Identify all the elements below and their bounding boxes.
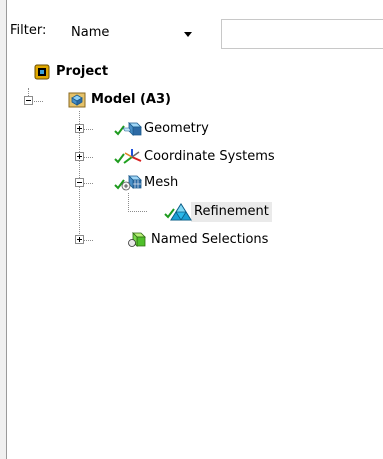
outline-panel: Filter: Name Project Model (A3) Geometry… [6, 0, 383, 459]
tree-node-label: Project [56, 64, 109, 79]
tree-node-coordinate-systems[interactable]: Coordinate Systems [114, 147, 278, 167]
collapse-toggle-model[interactable] [24, 96, 33, 105]
named-selections-icon [128, 232, 146, 247]
tree-node-named-selections[interactable]: Named Selections [114, 230, 271, 250]
tree-connector [128, 211, 147, 212]
tree-node-label: Refinement [191, 202, 272, 222]
tree-node-label: Named Selections [151, 232, 269, 247]
tree-connector [83, 129, 93, 130]
tree-connector [32, 101, 43, 102]
project-icon [34, 64, 50, 80]
mesh-icon [121, 175, 142, 191]
tree-node-model[interactable]: Model (A3) [68, 90, 174, 110]
tree-node-refinement[interactable]: Refinement [164, 202, 272, 222]
tree-node-label: Coordinate Systems [144, 149, 275, 164]
tree-connector [83, 240, 93, 241]
coordinate-systems-icon [123, 149, 142, 164]
tree-node-label: Mesh [144, 175, 179, 190]
tree-node-mesh[interactable]: Mesh [114, 173, 181, 193]
tree-node-geometry[interactable]: Geometry [114, 119, 212, 139]
geometry-icon [122, 122, 142, 136]
tree-connector [83, 183, 93, 184]
refinement-icon [170, 203, 192, 221]
tree-connector [128, 193, 129, 210]
tree-node-project[interactable]: Project [34, 62, 111, 82]
expand-toggle-named-selections[interactable] [75, 235, 84, 244]
tree-node-label: Geometry [144, 121, 209, 136]
model-icon [68, 92, 86, 108]
tree-connector [83, 157, 93, 158]
tree-node-label: Model (A3) [91, 92, 171, 107]
outline-tree: Project Model (A3) Geometry Coordinate S… [7, 0, 383, 459]
expand-toggle-geometry[interactable] [75, 124, 84, 133]
collapse-toggle-mesh[interactable] [75, 178, 84, 187]
expand-toggle-coordinate-systems[interactable] [75, 152, 84, 161]
